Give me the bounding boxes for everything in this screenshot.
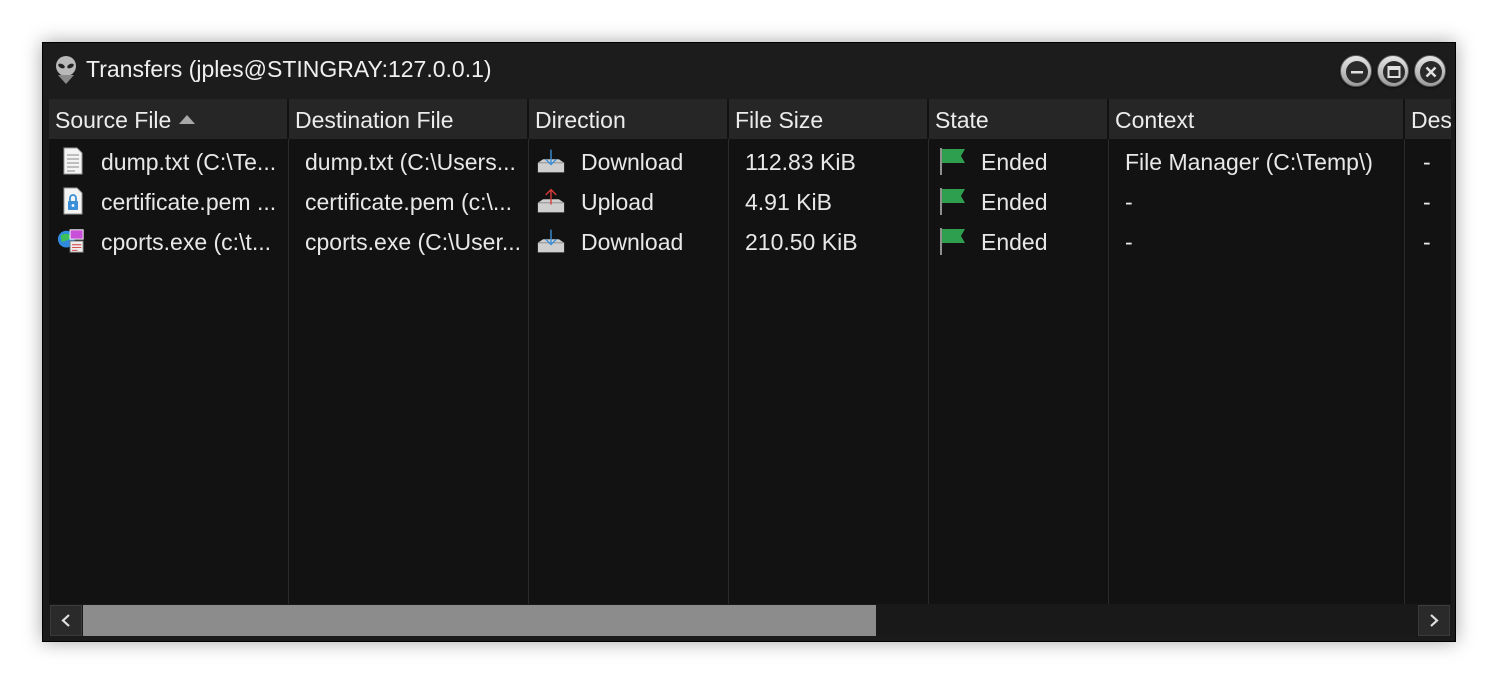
green-flag-icon: [940, 188, 965, 215]
context-cell: -: [1125, 189, 1133, 215]
column-header-source-file[interactable]: Source File: [49, 99, 289, 139]
direction-cell: Download: [581, 229, 684, 255]
column-header-direction[interactable]: Direction: [529, 99, 729, 139]
column-header-state[interactable]: State: [929, 99, 1109, 139]
description-cell: -: [1423, 149, 1431, 175]
transfers-window: Transfers (jples@STINGRAY:127.0.0.1) Sou…: [42, 42, 1456, 642]
close-button[interactable]: [1414, 55, 1446, 87]
alien-app-icon: [56, 56, 76, 84]
maximize-icon: [1383, 61, 1405, 83]
destination-file-cell: certificate.pem (c:\...: [305, 189, 513, 215]
transfers-table[interactable]: Source File Destination File Direction F…: [49, 99, 1451, 604]
context-cell: File Manager (C:\Temp\): [1125, 149, 1373, 175]
context-cell: -: [1125, 229, 1133, 255]
scroll-left-button[interactable]: [50, 605, 82, 636]
destination-file-cell: dump.txt (C:\Users...: [305, 149, 516, 175]
file-size-cell: 112.83 KiB: [745, 149, 856, 175]
minimize-button[interactable]: [1340, 55, 1372, 87]
horizontal-scrollbar[interactable]: [49, 604, 1451, 637]
chevron-right-icon: [1430, 614, 1439, 627]
certificate-file-icon: [63, 187, 83, 215]
table-row[interactable]: cports.exe (c:\t... cports.exe (C:\User.…: [49, 221, 1451, 261]
maximize-button[interactable]: [1377, 55, 1409, 87]
state-cell: Ended: [981, 189, 1048, 215]
column-header-file-size[interactable]: File Size: [729, 99, 929, 139]
scroll-right-button[interactable]: [1418, 605, 1450, 636]
upload-arrow-icon: [537, 188, 565, 213]
state-cell: Ended: [981, 229, 1048, 255]
source-file-cell: dump.txt (C:\Te...: [101, 149, 277, 175]
table-header: Source File Destination File Direction F…: [49, 99, 1451, 139]
title-bar[interactable]: Transfers (jples@STINGRAY:127.0.0.1): [43, 43, 1455, 99]
direction-cell: Download: [581, 149, 684, 175]
download-arrow-icon: [537, 149, 565, 173]
column-header-description[interactable]: Des: [1405, 99, 1451, 139]
text-file-icon: [63, 147, 83, 175]
column-header-destination-file[interactable]: Destination File: [289, 99, 529, 139]
green-flag-icon: [940, 148, 965, 175]
column-header-context[interactable]: Context: [1109, 99, 1405, 139]
executable-file-icon: [57, 229, 84, 253]
description-cell: -: [1423, 189, 1431, 215]
source-file-cell: certificate.pem ...: [101, 189, 277, 215]
source-file-cell: cports.exe (c:\t...: [101, 229, 271, 255]
chevron-left-icon: [61, 614, 70, 627]
table-row[interactable]: certificate.pem ... certificate.pem (c:\…: [49, 181, 1451, 221]
direction-cell: Upload: [581, 189, 654, 215]
description-cell: -: [1423, 229, 1431, 255]
window-title: Transfers (jples@STINGRAY:127.0.0.1): [86, 56, 492, 82]
close-icon: [1420, 61, 1442, 83]
state-cell: Ended: [981, 149, 1048, 175]
green-flag-icon: [940, 228, 965, 255]
download-arrow-icon: [537, 229, 565, 253]
sort-ascending-icon: [179, 115, 196, 124]
minimize-icon: [1346, 61, 1368, 83]
table-row[interactable]: dump.txt (C:\Te... dump.txt (C:\Users...…: [49, 141, 1451, 181]
scrollbar-thumb[interactable]: [83, 605, 876, 636]
destination-file-cell: cports.exe (C:\User...: [305, 229, 522, 255]
file-size-cell: 210.50 KiB: [745, 229, 858, 255]
file-size-cell: 4.91 KiB: [745, 189, 832, 215]
